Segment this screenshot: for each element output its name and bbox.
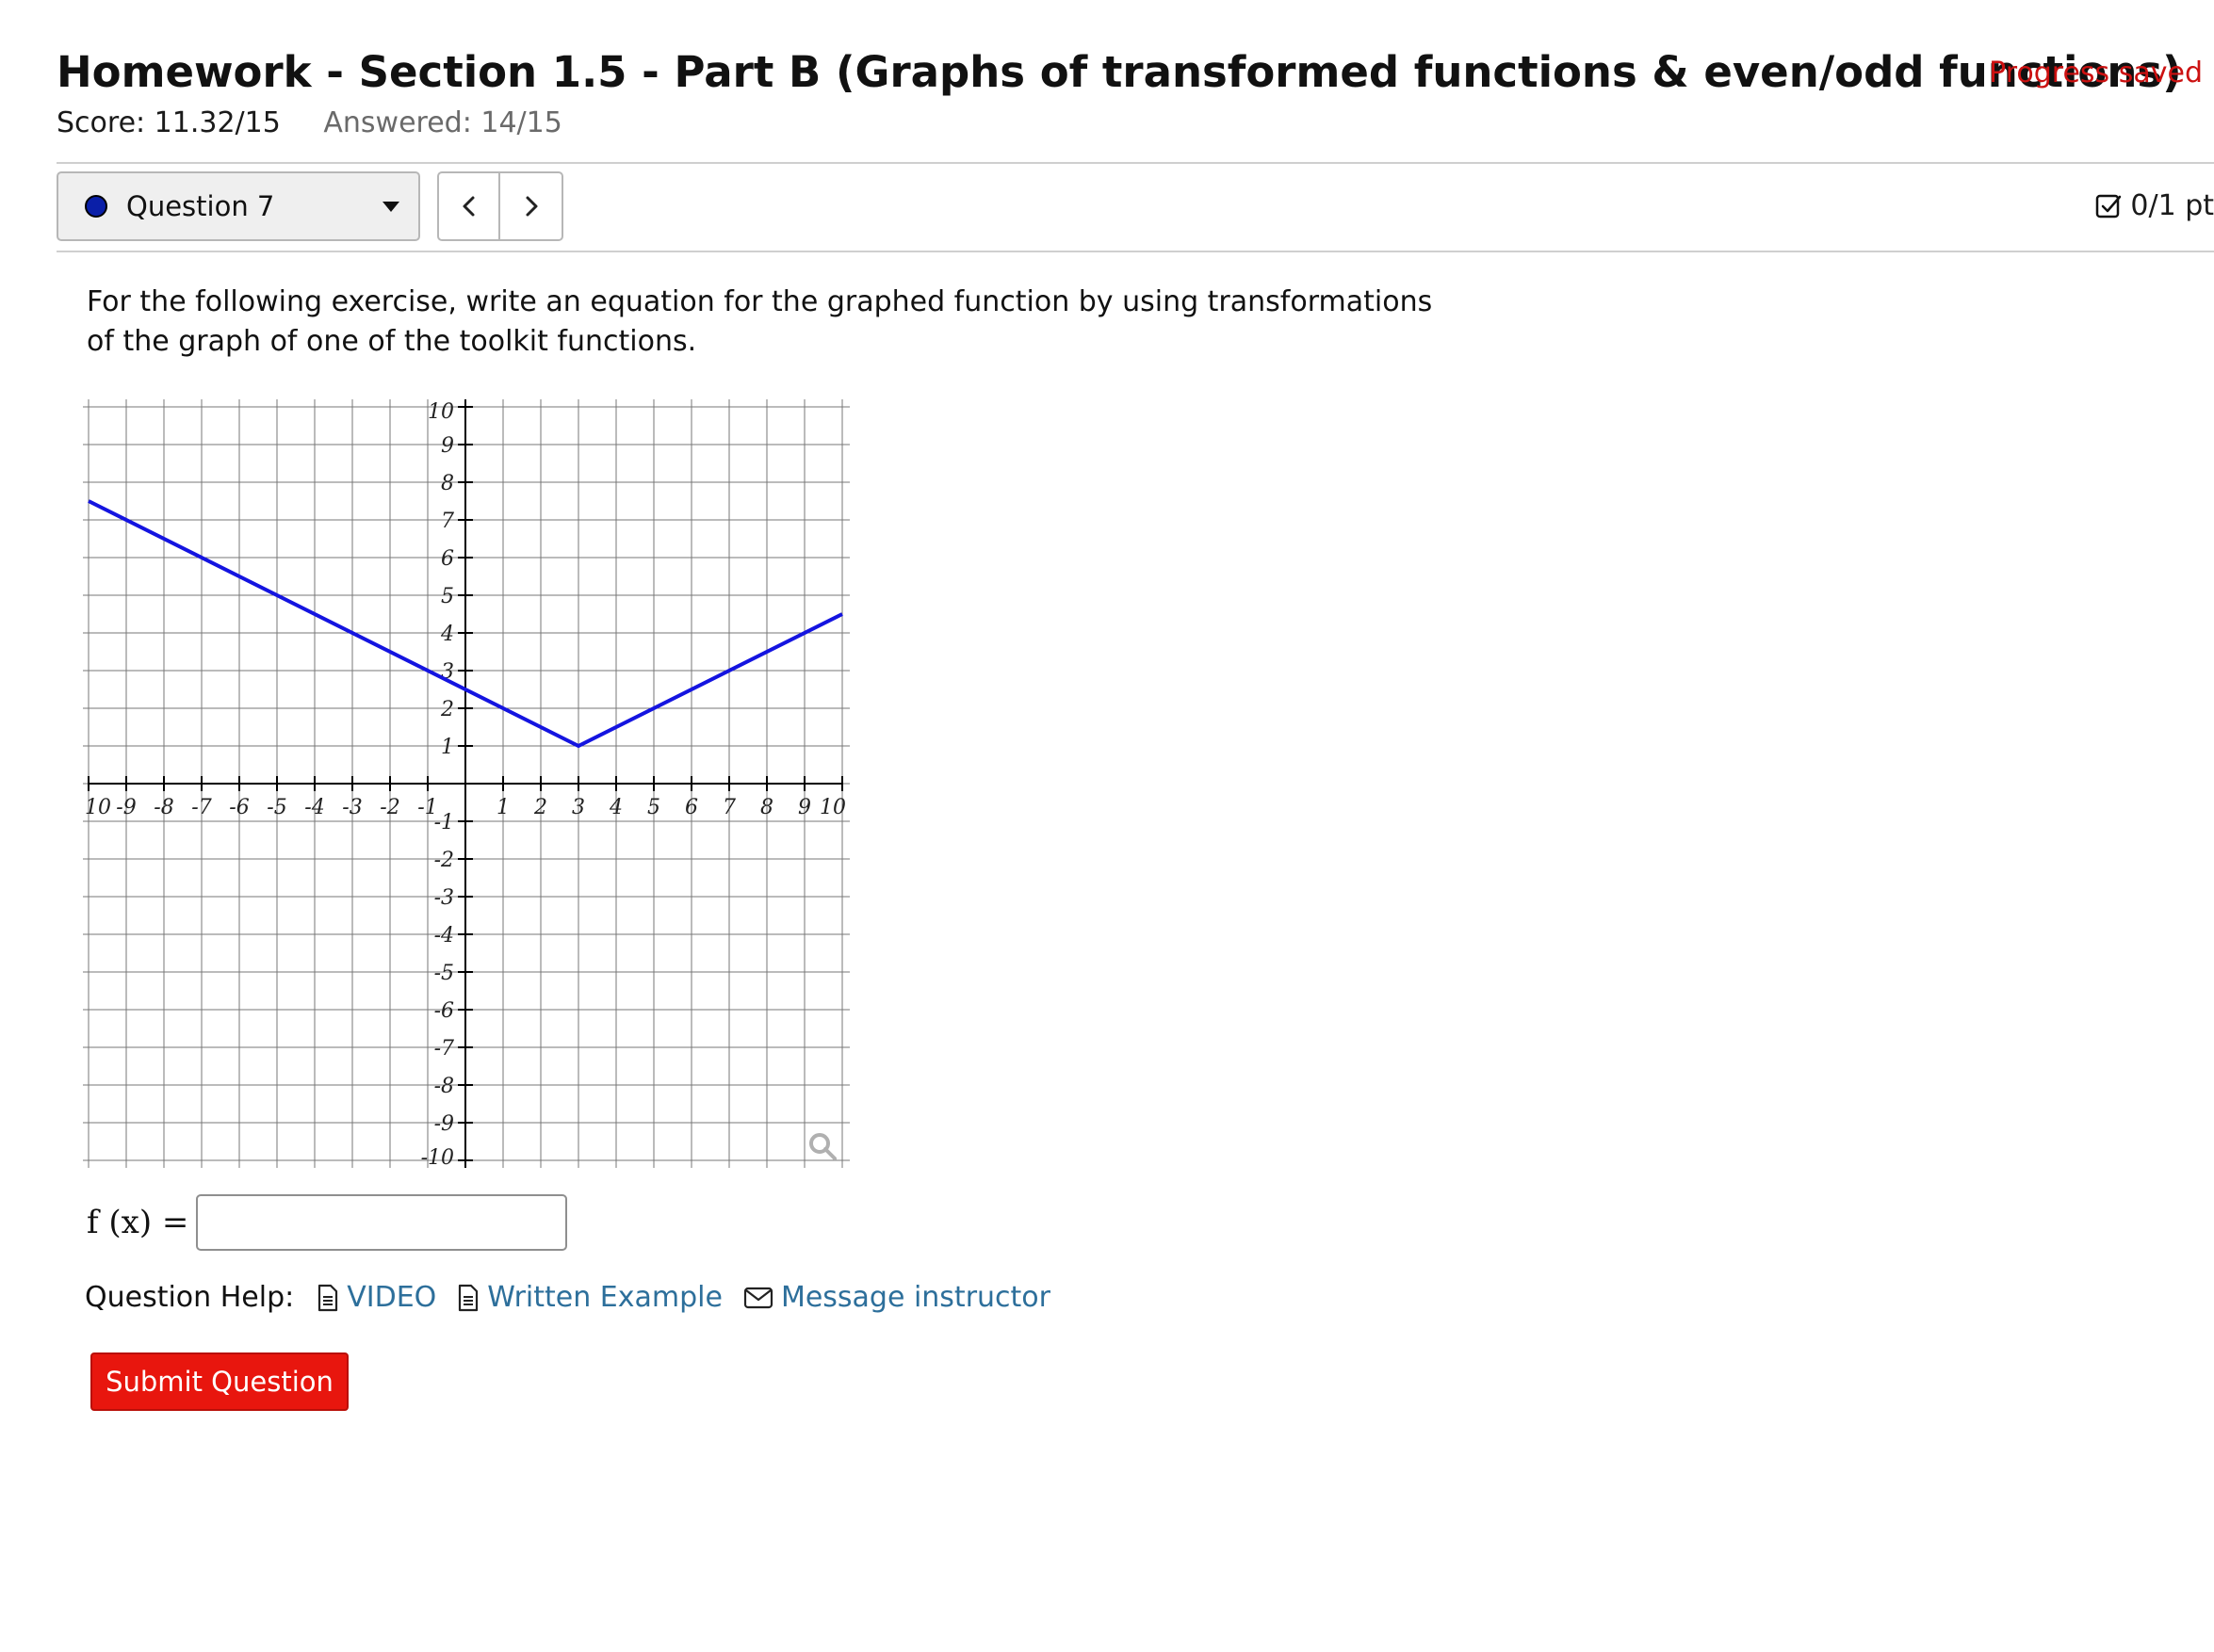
y-tick-label: 7 (441, 510, 454, 533)
y-tick-label: -6 (434, 999, 454, 1023)
video-link-label: VIDEO (347, 1281, 437, 1314)
x-tick-label: 8 (760, 796, 773, 819)
x-tick-label: -7 (191, 796, 211, 819)
next-question-button[interactable] (500, 171, 563, 241)
written-example-link-label: Written Example (487, 1281, 723, 1314)
answer-row: f (x) = (87, 1194, 568, 1251)
document-icon (318, 1284, 338, 1311)
chevron-right-icon (526, 196, 537, 217)
message-instructor-link[interactable]: Message instructor (743, 1281, 1050, 1314)
question-prompt: For the following exercise, write an equ… (87, 285, 1433, 358)
x-tick-label: 6 (685, 796, 698, 819)
score-line: Score: 11.32/15 Answered: 14/15 (57, 106, 562, 139)
question-help-label: Question Help: (85, 1281, 295, 1314)
caret-down-icon (383, 201, 399, 212)
y-tick-label: -8 (434, 1075, 454, 1098)
y-tick-label: -1 (434, 811, 454, 834)
y-tick-label: 2 (440, 698, 454, 721)
y-tick-label: 4 (440, 623, 454, 646)
divider (57, 162, 2214, 164)
y-tick-label: -10 (421, 1146, 454, 1168)
submit-question-button[interactable]: Submit Question (90, 1352, 349, 1411)
answer-input[interactable] (196, 1194, 568, 1251)
points-text: 0/1 pt (2130, 189, 2214, 222)
function-graph: 10 -9 -8 -7 -6 -5 -4 -3 -2 -1 1 2 3 4 5 6 7 8 9 10 10 9 8 7 6 5 4 3… (81, 396, 855, 1172)
magnifier-handle (823, 1147, 837, 1160)
graph-canvas: 10 -9 -8 -7 -6 -5 -4 -3 -2 -1 1 2 3 4 5 6 7 8 9 10109876543… (81, 399, 850, 1170)
question-select[interactable]: Question 7 (57, 171, 420, 241)
progress-status: Progress saved (1989, 57, 2203, 89)
x-tick-label: -9 (116, 796, 136, 819)
y-tick-label: -7 (434, 1037, 454, 1061)
y-tick-label: 5 (441, 585, 454, 608)
question-select-label: Question 7 (126, 190, 275, 222)
question-pager (437, 171, 563, 241)
y-tick-label: -4 (434, 924, 454, 947)
x-tick-label: 10 (820, 796, 846, 819)
x-tick-label: 5 (647, 796, 660, 819)
x-tick-label: 10 (85, 796, 111, 819)
answered-text: Answered: 14/15 (323, 106, 562, 139)
x-tick-label: -2 (380, 796, 399, 819)
x-tick-label: 3 (572, 796, 585, 819)
message-instructor-link-label: Message instructor (780, 1281, 1050, 1314)
x-tick-label: -3 (342, 796, 362, 819)
x-tick-label: -5 (267, 796, 286, 819)
status-dot-icon (85, 195, 107, 218)
divider (57, 251, 2214, 252)
score-text: Score: 11.32/15 (57, 106, 281, 139)
chevron-left-icon (463, 196, 474, 217)
written-example-link[interactable]: Written Example (457, 1281, 723, 1314)
video-link[interactable]: VIDEO (317, 1281, 436, 1314)
y-tick-label: -2 (434, 849, 454, 872)
page-title: Homework - Section 1.5 - Part B (Graphs … (57, 47, 2182, 97)
y-tick-label: 1 (441, 736, 454, 759)
document-icon (459, 1284, 479, 1311)
x-tick-label: 7 (723, 796, 736, 819)
x-tick-label: 9 (798, 796, 811, 819)
y-tick-label: -3 (434, 886, 454, 910)
x-tick-label: 4 (609, 796, 623, 819)
y-tick-label: 6 (441, 547, 454, 571)
checkbox-icon (2096, 194, 2122, 218)
x-tick-label: -4 (304, 796, 324, 819)
x-tick-label: 1 (497, 796, 510, 819)
previous-question-button[interactable] (437, 171, 500, 241)
x-tick-label: -6 (229, 796, 249, 819)
answer-label: f (x) = (87, 1204, 189, 1241)
y-tick-label: -9 (434, 1112, 454, 1136)
y-tick-label: 10 (428, 400, 454, 424)
y-tick-label: -5 (434, 962, 454, 985)
envelope-icon (743, 1287, 773, 1308)
y-tick-label: 8 (441, 472, 454, 495)
homework-page: Homework - Section 1.5 - Part B (Graphs … (0, 0, 2214, 1652)
x-tick-label: -8 (154, 796, 173, 819)
question-help: Question Help: VIDEO Written Example Mes… (85, 1281, 1071, 1314)
y-tick-label: 9 (441, 434, 454, 458)
x-tick-label: 2 (533, 796, 547, 819)
points-indicator: 0/1 pt (2094, 189, 2214, 222)
